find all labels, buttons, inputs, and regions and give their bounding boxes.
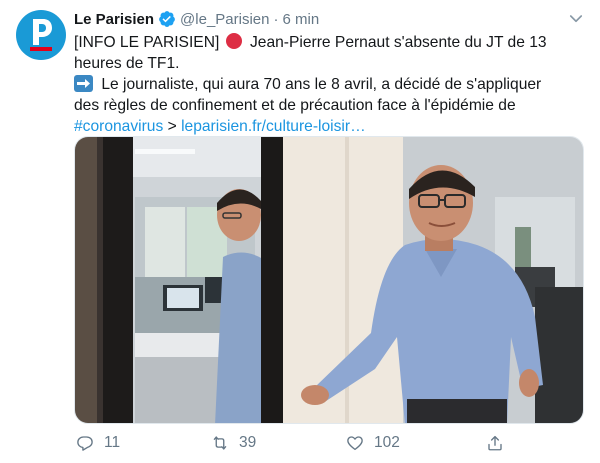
right-arrow-icon	[74, 75, 93, 92]
tweet-text-segment: des règles de confinement et de précauti…	[74, 97, 516, 114]
le-parisien-logo-icon	[30, 19, 52, 51]
heart-icon	[347, 436, 363, 451]
article-link[interactable]: leparisien.fr/culture-loisir…	[181, 118, 366, 135]
tweet-text-segment: Le journaliste, qui aura 70 ans le 8 avr…	[101, 76, 542, 93]
tweet-text: [INFO LE PARISIEN] Jean-Pierre Pernaut s…	[74, 32, 586, 137]
avatar[interactable]	[16, 10, 66, 60]
like-count: 102	[374, 434, 400, 451]
tweet-photo[interactable]	[74, 136, 584, 424]
separator-dot: ·	[273, 10, 279, 28]
like-button[interactable]: 102	[346, 430, 400, 456]
link-arrow: >	[167, 118, 177, 135]
share-button[interactable]	[486, 430, 514, 456]
share-icon	[488, 435, 502, 451]
reply-count: 11	[104, 434, 121, 451]
photo-illustration	[75, 137, 583, 423]
tweet-text-segment: heures de TF1.	[74, 55, 180, 72]
retweet-count: 39	[239, 434, 257, 451]
tweet[interactable]: Le Parisien @le_Parisien · 6 min [INFO L…	[0, 0, 600, 463]
timestamp[interactable]: 6 min	[282, 11, 319, 28]
tweet-header: Le Parisien @le_Parisien · 6 min	[74, 8, 586, 30]
verified-badge-icon	[159, 11, 175, 27]
red-circle-icon	[225, 33, 242, 49]
chevron-down-icon[interactable]	[567, 10, 585, 28]
tweet-text-segment: Jean-Pierre Pernaut s'absente du JT de 1…	[249, 34, 547, 51]
reply-button[interactable]: 11	[76, 430, 120, 456]
author-name[interactable]: Le Parisien	[74, 11, 154, 28]
hashtag-link[interactable]: #coronavirus	[74, 118, 163, 135]
retweet-icon	[213, 436, 227, 450]
author-handle[interactable]: @le_Parisien	[180, 11, 269, 28]
retweet-button[interactable]: 39	[211, 430, 256, 456]
tweet-actions: 11 39 102	[76, 430, 506, 456]
reply-icon	[77, 436, 93, 451]
tweet-text-segment: [INFO LE PARISIEN]	[74, 34, 220, 51]
